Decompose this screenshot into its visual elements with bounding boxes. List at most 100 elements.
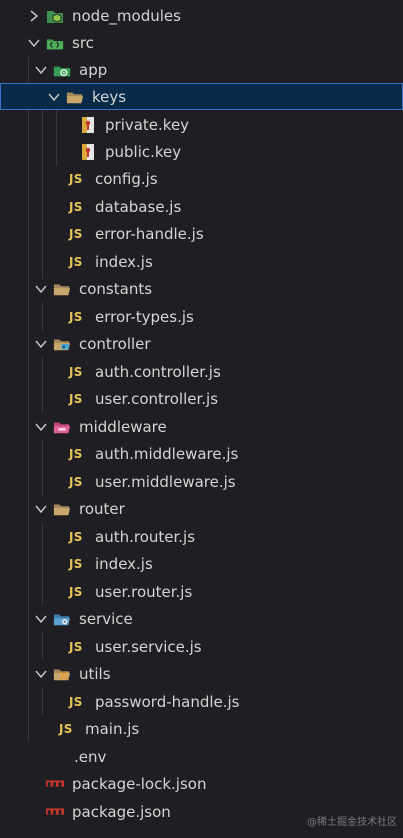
javascript-file-icon: JS — [69, 199, 83, 214]
tree-item-auth-router-js[interactable]: JS auth.router.js — [0, 523, 403, 550]
npm-icon — [46, 775, 64, 793]
key-file-icon — [79, 116, 97, 134]
controller-folder-icon — [53, 335, 71, 353]
tree-item-label: index.js — [95, 252, 153, 271]
tree-item-label: package-lock.json — [72, 774, 207, 793]
tree-item-label: service — [79, 609, 133, 628]
tree-item-user-middleware-js[interactable]: JS user.middleware.js — [0, 468, 403, 495]
tree-item-label: error-types.js — [95, 307, 194, 326]
tree-item-label: password-handle.js — [95, 692, 240, 711]
chevron-down-icon — [33, 611, 49, 627]
tree-item-label: controller — [79, 334, 151, 353]
javascript-file-icon: JS — [69, 364, 83, 379]
tree-item-label: .env — [74, 747, 107, 766]
tree-item-package-lock-json[interactable]: package-lock.json — [0, 770, 403, 797]
tree-item-label: user.middleware.js — [95, 472, 236, 491]
chevron-down-icon — [33, 62, 49, 78]
tree-item-app[interactable]: app — [0, 56, 403, 83]
tree-item-user-service-js[interactable]: JS user.service.js — [0, 633, 403, 660]
env-file-icon — [48, 748, 66, 766]
tree-item-label: src — [72, 33, 94, 52]
javascript-file-icon: JS — [69, 254, 83, 269]
src-folder-icon — [46, 34, 64, 52]
watermark: @稀土掘金技术社区 — [307, 817, 397, 828]
tree-item-label: database.js — [95, 197, 182, 216]
tree-item-error-types-js[interactable]: JS error-types.js — [0, 303, 403, 330]
npm-icon — [46, 803, 64, 821]
utils-folder-icon — [53, 665, 71, 683]
javascript-file-icon: JS — [69, 226, 83, 241]
javascript-file-icon: JS — [69, 446, 83, 461]
key-file-icon — [79, 143, 97, 161]
tree-item-router-index-js[interactable]: JS index.js — [0, 550, 403, 577]
tree-item-user-router-js[interactable]: JS user.router.js — [0, 578, 403, 605]
chevron-right-icon — [26, 8, 42, 24]
chevron-down-icon — [33, 336, 49, 352]
javascript-file-icon: JS — [69, 529, 83, 544]
tree-item-label: utils — [79, 664, 111, 683]
node-modules-folder-icon — [46, 7, 64, 25]
folder-open-icon — [66, 88, 84, 106]
tree-item-label: keys — [92, 87, 127, 106]
javascript-file-icon: JS — [69, 694, 83, 709]
tree-item-router[interactable]: router — [0, 495, 403, 522]
tree-item-constants[interactable]: constants — [0, 275, 403, 302]
tree-item-auth-controller-js[interactable]: JS auth.controller.js — [0, 358, 403, 385]
tree-item-label: app — [79, 60, 108, 79]
file-explorer-tree: node_modules src app keys private.key pu… — [0, 0, 403, 838]
tree-item-password-handle-js[interactable]: JS password-handle.js — [0, 688, 403, 715]
tree-item-label: error-handle.js — [95, 224, 204, 243]
tree-item-label: router — [79, 499, 125, 518]
tree-item-label: main.js — [85, 719, 140, 738]
tree-item-error-handle-js[interactable]: JS error-handle.js — [0, 220, 403, 247]
javascript-file-icon: JS — [59, 721, 73, 736]
tree-item-database-js[interactable]: JS database.js — [0, 193, 403, 220]
javascript-file-icon: JS — [69, 474, 83, 489]
service-folder-icon — [53, 610, 71, 628]
tree-item-auth-middleware-js[interactable]: JS auth.middleware.js — [0, 440, 403, 467]
tree-item-label: auth.router.js — [95, 527, 196, 546]
tree-item-label: config.js — [95, 169, 158, 188]
tree-item-label: auth.middleware.js — [95, 444, 239, 463]
javascript-file-icon: JS — [69, 639, 83, 654]
tree-item-utils[interactable]: utils — [0, 660, 403, 687]
javascript-file-icon: JS — [69, 584, 83, 599]
folder-open-icon — [53, 500, 71, 518]
tree-item-public-key[interactable]: public.key — [0, 138, 403, 165]
chevron-down-icon — [33, 501, 49, 517]
tree-item-main-js[interactable]: JS main.js — [0, 715, 403, 742]
tree-item-label: public.key — [105, 142, 182, 161]
tree-item-config-js[interactable]: JS config.js — [0, 165, 403, 192]
tree-item-label: index.js — [95, 554, 153, 573]
tree-item-env[interactable]: .env — [0, 743, 403, 770]
javascript-file-icon: JS — [69, 171, 83, 186]
chevron-down-icon — [33, 666, 49, 682]
chevron-down-icon — [26, 35, 42, 51]
tree-item-label: node_modules — [72, 6, 181, 25]
tree-item-label: user.controller.js — [95, 389, 219, 408]
tree-item-label: private.key — [105, 115, 190, 134]
tree-item-service[interactable]: service — [0, 605, 403, 632]
tree-item-src[interactable]: src — [0, 29, 403, 56]
tree-item-label: package.json — [72, 802, 171, 821]
javascript-file-icon: JS — [69, 309, 83, 324]
tree-item-label: middleware — [79, 417, 167, 436]
middleware-folder-icon — [53, 418, 71, 436]
chevron-down-icon — [33, 419, 49, 435]
tree-item-label: user.router.js — [95, 582, 193, 601]
tree-item-keys[interactable]: keys — [0, 83, 403, 110]
javascript-file-icon: JS — [69, 391, 83, 406]
chevron-down-icon — [33, 281, 49, 297]
tree-item-label: constants — [79, 279, 153, 298]
app-folder-icon — [53, 61, 71, 79]
tree-item-user-controller-js[interactable]: JS user.controller.js — [0, 385, 403, 412]
tree-item-app-index-js[interactable]: JS index.js — [0, 248, 403, 275]
tree-item-node-modules[interactable]: node_modules — [0, 2, 403, 29]
tree-item-label: user.service.js — [95, 637, 202, 656]
folder-open-icon — [53, 280, 71, 298]
tree-item-middleware[interactable]: middleware — [0, 413, 403, 440]
tree-item-label: auth.controller.js — [95, 362, 221, 381]
chevron-down-icon — [46, 89, 62, 105]
tree-item-controller[interactable]: controller — [0, 330, 403, 357]
tree-item-private-key[interactable]: private.key — [0, 111, 403, 138]
